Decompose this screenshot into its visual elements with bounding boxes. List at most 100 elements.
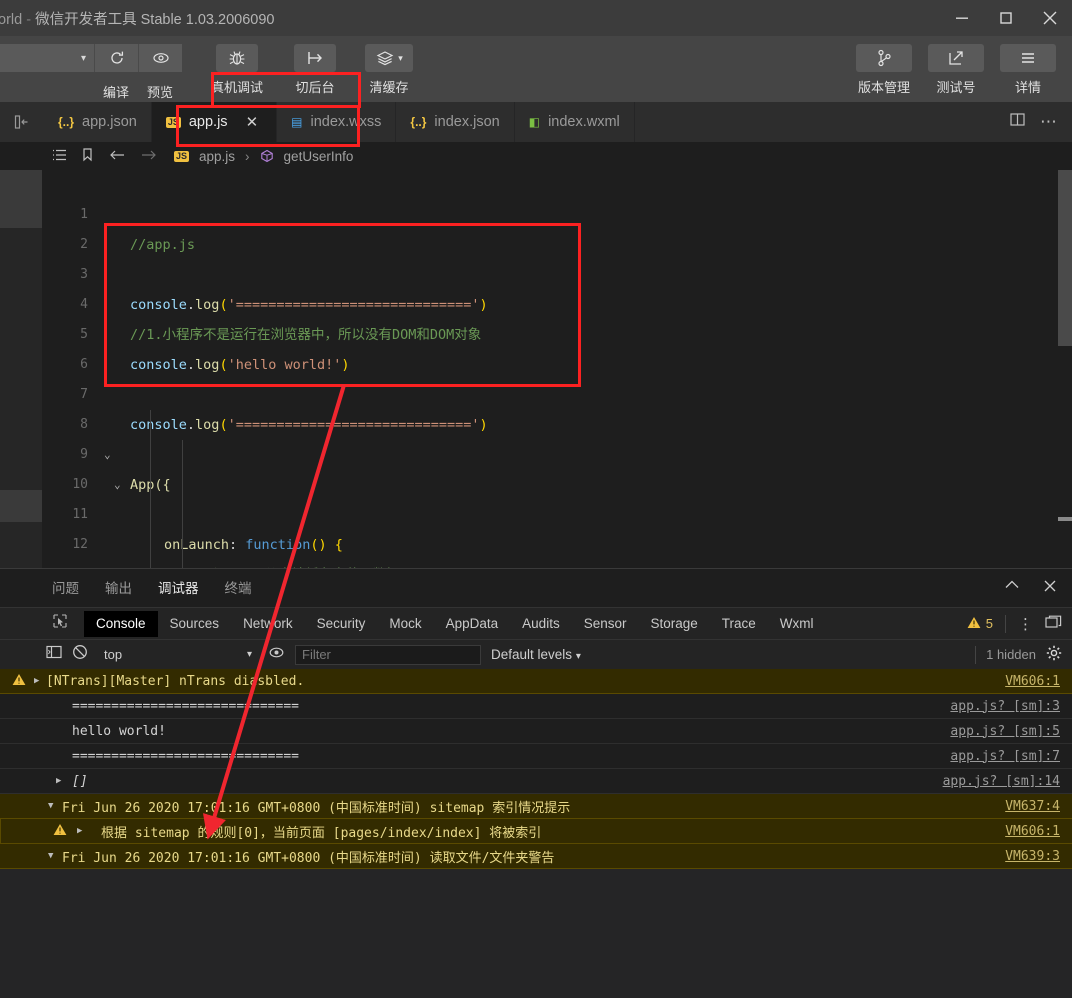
code-surface[interactable]: 1 //app.js 2 3 console.log('============…	[42, 170, 1072, 568]
editor-tab-label: app.json	[82, 114, 137, 130]
devtools-tab-network[interactable]: Network	[231, 611, 305, 637]
forward-arrow-icon[interactable]	[140, 148, 158, 165]
editor-tab-app-json[interactable]: {..} app.json	[44, 102, 152, 142]
console-source-link[interactable]: app.js? [sm]:7	[950, 749, 1060, 764]
devtools-tab-wxml[interactable]: Wxml	[768, 611, 826, 637]
devtools-tab-trace[interactable]: Trace	[710, 611, 768, 637]
project-select[interactable]: ▾	[0, 44, 94, 72]
editor-tab-app-js[interactable]: JS app.js ✕	[151, 102, 278, 142]
editor-vertical-scrollbar[interactable]	[1058, 170, 1072, 568]
json-file-icon: {..}	[410, 115, 427, 129]
console-row[interactable]: ▶ [NTrans][Master] nTrans diasbled. VM60…	[0, 669, 1072, 694]
breadcrumb-file[interactable]: app.js	[199, 149, 235, 164]
console-output[interactable]: ▶ [NTrans][Master] nTrans diasbled. VM60…	[0, 669, 1072, 869]
scrollbar-thumb[interactable]	[1058, 170, 1072, 346]
editor-tab-index-wxss[interactable]: ▤ index.wxss	[277, 102, 397, 142]
dock-panel-icon[interactable]	[1045, 615, 1062, 633]
console-source-link[interactable]: VM606:1	[1005, 824, 1060, 839]
console-row-group[interactable]: ▼ Fri Jun 26 2020 17:01:16 GMT+0800 (中国标…	[0, 794, 1072, 819]
expand-arrow-icon[interactable]: ▶	[77, 826, 82, 836]
panel-tab-problems[interactable]: 问题	[52, 577, 79, 600]
minimize-icon[interactable]	[940, 0, 984, 36]
version-management-btn-face[interactable]	[856, 44, 912, 72]
file-explorer-edge[interactable]	[0, 170, 42, 676]
live-expression-icon[interactable]	[268, 645, 285, 665]
preview-button[interactable]	[138, 44, 182, 72]
split-editor-icon[interactable]	[1009, 111, 1026, 133]
version-management-button[interactable]: 版本管理	[848, 44, 920, 96]
hidden-messages-label[interactable]: 1 hidden	[986, 647, 1036, 662]
console-message: =============================	[72, 698, 299, 714]
clear-cache-button[interactable]: ▾ 清缓存	[360, 44, 418, 96]
console-filter-input[interactable]: Filter	[295, 644, 481, 665]
breadcrumb: JS app.js › getUserInfo	[0, 142, 1072, 170]
details-btn-face[interactable]	[1000, 44, 1056, 72]
expand-arrow-icon[interactable]: ▶	[34, 676, 39, 686]
console-source-link[interactable]: app.js? [sm]:3	[950, 699, 1060, 714]
devtools-tab-mock[interactable]: Mock	[377, 611, 433, 637]
compile-button[interactable]	[94, 44, 138, 72]
clear-console-icon[interactable]	[72, 644, 88, 665]
console-row[interactable]: ============================= app.js? [s…	[0, 744, 1072, 769]
back-arrow-icon[interactable]	[108, 148, 126, 165]
test-account-button[interactable]: 测试号	[920, 44, 992, 96]
console-row[interactable]: ============================= app.js? [s…	[0, 694, 1072, 719]
devtools-tab-console[interactable]: Console	[84, 610, 158, 637]
more-actions-icon[interactable]: ⋯	[1040, 112, 1058, 132]
panel-tab-debugger[interactable]: 调试器	[156, 577, 200, 608]
close-panel-icon[interactable]	[1042, 578, 1058, 599]
console-row-group[interactable]: ▼ Fri Jun 26 2020 17:01:16 GMT+0800 (中国标…	[0, 844, 1072, 869]
real-device-debug-btn-face[interactable]	[216, 44, 258, 72]
code-line: 3 console.log('=========================…	[42, 230, 1072, 313]
console-levels-select[interactable]: Default levels ▾	[491, 647, 581, 662]
close-icon[interactable]	[1028, 0, 1072, 36]
collapse-arrow-icon[interactable]: ▼	[48, 851, 53, 861]
explorer-row[interactable]	[0, 490, 42, 522]
console-source-link[interactable]: app.js? [sm]:5	[950, 724, 1060, 739]
bookmark-icon[interactable]	[81, 147, 94, 165]
chevron-up-icon[interactable]	[1004, 578, 1020, 599]
console-row[interactable]: hello world! app.js? [sm]:5	[0, 719, 1072, 744]
expand-arrow-icon[interactable]: ▶	[56, 776, 61, 786]
devtools-tab-sources[interactable]: Sources	[158, 611, 232, 637]
warning-count-badge[interactable]: 5	[967, 616, 993, 632]
breadcrumb-symbol[interactable]: getUserInfo	[284, 149, 354, 164]
editor-tab-index-wxml[interactable]: ◧ index.wxml	[514, 102, 635, 142]
close-tab-icon[interactable]: ✕	[246, 113, 259, 131]
console-source-link[interactable]: app.js? [sm]:14	[943, 774, 1060, 789]
clear-cache-btn-face[interactable]: ▾	[365, 44, 413, 72]
method-icon	[260, 149, 274, 164]
console-context-select[interactable]: top ▾	[98, 645, 258, 665]
devtools-tab-storage[interactable]: Storage	[638, 611, 709, 637]
collapse-arrow-icon[interactable]: ▼	[48, 801, 53, 811]
details-button[interactable]: 详情	[992, 44, 1064, 96]
inspect-element-icon[interactable]	[52, 613, 68, 634]
console-source-link[interactable]: VM606:1	[1005, 674, 1060, 689]
devtools-tab-appdata[interactable]: AppData	[434, 611, 511, 637]
console-source-link[interactable]: VM639:3	[1005, 849, 1060, 864]
devtools-tab-audits[interactable]: Audits	[510, 611, 572, 637]
devtools-more-icon[interactable]: ⋮	[1018, 615, 1033, 633]
collapse-sidebar-icon	[14, 115, 28, 129]
console-source-link[interactable]: VM637:4	[1005, 799, 1060, 814]
json-file-icon: {..}	[58, 115, 75, 129]
real-device-debug-button[interactable]: 真机调试	[204, 44, 270, 96]
console-row[interactable]: ▶ 根据 sitemap 的规则[0]，当前页面 [pages/index/in…	[0, 819, 1072, 844]
code-line: 13 wx.setStorageSync('logs', logs)	[42, 530, 1072, 568]
console-sidebar-icon[interactable]	[46, 645, 62, 664]
toggle-sidebar-button[interactable]	[0, 102, 44, 142]
devtools-tab-security[interactable]: Security	[305, 611, 378, 637]
outline-icon[interactable]	[52, 148, 67, 165]
gear-icon[interactable]	[1046, 645, 1062, 664]
test-account-btn-face[interactable]	[928, 44, 984, 72]
switch-background-btn-face[interactable]	[294, 44, 336, 72]
switch-background-button[interactable]: 切后台	[286, 44, 344, 96]
panel-tab-output[interactable]: 输出	[105, 577, 132, 600]
details-label: 详情	[1014, 80, 1041, 95]
panel-tab-terminal[interactable]: 终端	[225, 577, 252, 600]
explorer-row[interactable]	[0, 170, 42, 228]
console-row[interactable]: ▶ [] app.js? [sm]:14	[0, 769, 1072, 794]
devtools-tab-sensor[interactable]: Sensor	[572, 611, 639, 637]
maximize-icon[interactable]	[984, 0, 1028, 36]
editor-tab-index-json[interactable]: {..} index.json	[396, 102, 515, 142]
